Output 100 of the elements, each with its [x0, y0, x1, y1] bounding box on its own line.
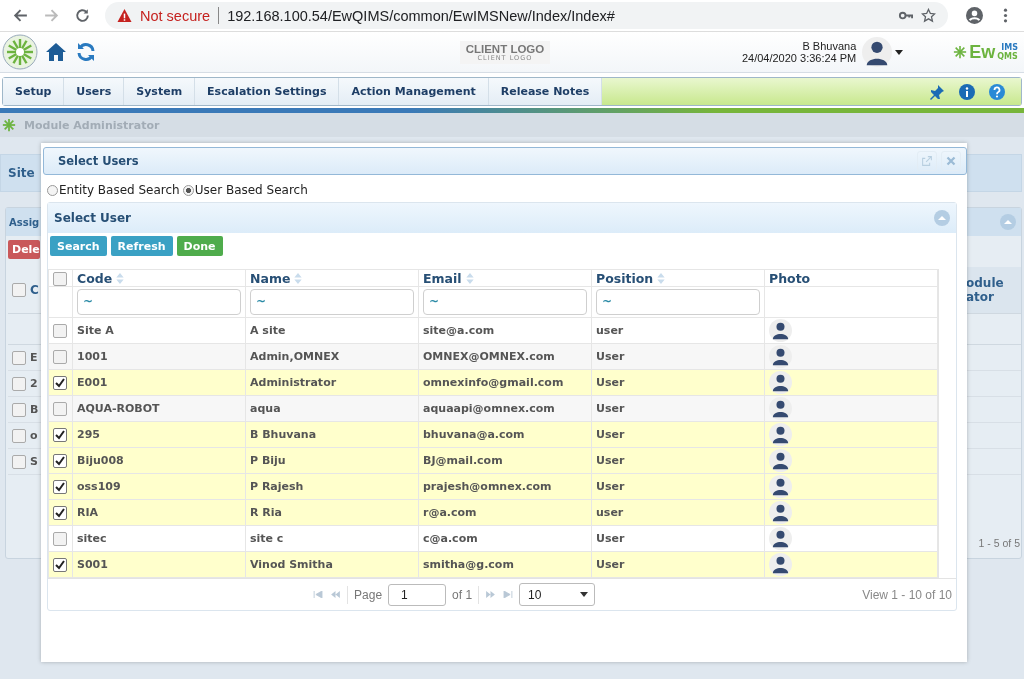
user-name: B Bhuvana — [802, 40, 857, 52]
page-size-select[interactable]: 10 — [519, 583, 596, 606]
table-cell: A site — [250, 324, 286, 337]
home-icon[interactable] — [44, 40, 68, 64]
sort-icon[interactable] — [465, 272, 474, 284]
nav-menu-item[interactable]: Setup — [3, 78, 65, 105]
table-cell: RIA — [77, 506, 99, 519]
table-cell: omnexinfo@gmail.com — [423, 376, 564, 389]
filter-field[interactable]: ~ — [596, 289, 760, 315]
dropdown-caret-icon[interactable] — [580, 592, 589, 597]
nav-menu-item[interactable]: System — [124, 78, 196, 105]
nav-menu-item[interactable]: Escalation Settings — [195, 78, 340, 105]
user-avatar-icon[interactable] — [862, 37, 893, 67]
warning-icon — [117, 8, 132, 23]
filter-field[interactable]: ~ — [77, 289, 241, 315]
close-icon[interactable] — [941, 151, 961, 171]
info-icon[interactable] — [959, 83, 975, 100]
checkbox[interactable] — [12, 454, 26, 469]
table-cell: aquaapi@omnex.com — [423, 402, 555, 415]
table-cell: c@a.com — [423, 532, 478, 545]
table-cell: site c — [250, 532, 284, 545]
table-cell: user — [596, 324, 624, 337]
table-cell: User — [596, 532, 625, 545]
table-cell: S001 — [77, 558, 108, 571]
star-icon[interactable] — [921, 8, 936, 23]
table-cell: 1001 — [77, 350, 108, 363]
sort-icon[interactable] — [657, 272, 666, 284]
address-bar[interactable]: Not secure 192.168.100.54/EwQIMS/common/EwIMSNew/Index/Index# — [105, 2, 948, 29]
table-cell: smitha@g.com — [423, 558, 514, 571]
table-cell: site@a.com — [423, 324, 495, 337]
checkbox[interactable] — [12, 376, 26, 391]
row-checkbox[interactable] — [53, 505, 67, 520]
site-tab[interactable]: Site — [1, 166, 35, 180]
row-checkbox[interactable] — [53, 427, 67, 442]
next-page-icon[interactable] — [485, 591, 497, 598]
panel-title: Select User — [54, 211, 131, 225]
back-arrow-icon[interactable] — [12, 7, 29, 24]
search-mode-radio[interactable]: User Based Search — [182, 183, 308, 197]
popout-icon[interactable] — [917, 151, 937, 171]
page-count: of 1 — [452, 587, 473, 602]
table-cell: User — [596, 402, 625, 415]
table-cell: User — [596, 454, 625, 467]
table-cell: 295 — [77, 428, 100, 441]
column-header: odule ator — [966, 276, 1005, 304]
row-checkbox[interactable] — [53, 349, 67, 364]
page-number-field[interactable]: 1 — [388, 583, 447, 606]
forward-arrow-icon[interactable] — [43, 7, 60, 24]
last-page-icon[interactable] — [502, 591, 514, 598]
row-checkbox[interactable] — [53, 375, 67, 390]
table-cell: User — [596, 376, 625, 389]
table-cell: S — [30, 455, 38, 468]
table-cell: 2 — [30, 377, 38, 390]
account-icon[interactable] — [966, 7, 983, 24]
collapse-icon[interactable] — [1000, 214, 1016, 230]
delete-button[interactable]: Dele — [8, 240, 40, 259]
row-checkbox[interactable] — [53, 323, 67, 338]
checkbox[interactable] — [12, 402, 26, 417]
nav-menu-item[interactable]: Users — [64, 78, 125, 105]
security-status: Not secure — [140, 7, 211, 24]
filter-field[interactable]: ~ — [250, 289, 414, 315]
table-cell: B Bhuvana — [250, 428, 317, 441]
column-header[interactable]: Code — [77, 270, 113, 286]
sunburst-logo-icon[interactable] — [2, 34, 38, 70]
row-checkbox[interactable] — [53, 531, 67, 546]
table-cell: user — [596, 506, 624, 519]
table-cell: R Ria — [250, 506, 282, 519]
nav-menu-item[interactable]: Action Management — [339, 78, 489, 105]
table-cell: User — [596, 558, 625, 571]
help-icon[interactable] — [989, 83, 1005, 100]
row-checkbox[interactable] — [53, 557, 67, 572]
checkbox[interactable] — [12, 283, 26, 297]
collapse-icon[interactable] — [934, 210, 950, 226]
page-label: Page — [354, 587, 383, 602]
table-cell: sitec — [77, 532, 107, 545]
reload-icon[interactable] — [74, 7, 91, 24]
checkbox[interactable] — [12, 350, 26, 365]
table-cell: User — [596, 350, 625, 363]
dialog-title: Select Users — [58, 154, 139, 168]
checkbox[interactable] — [12, 428, 26, 443]
table-cell: E001 — [77, 376, 108, 389]
filter-field[interactable]: ~ — [423, 289, 587, 315]
nav-menu-item[interactable]: Release Notes — [488, 78, 603, 105]
caret-icon[interactable] — [895, 49, 904, 55]
first-page-icon[interactable] — [313, 591, 325, 598]
row-checkbox[interactable] — [53, 401, 67, 416]
sort-icon[interactable] — [294, 272, 303, 284]
row-checkbox[interactable] — [53, 479, 67, 494]
row-checkbox[interactable] — [53, 453, 67, 468]
select-all-checkbox[interactable] — [53, 271, 67, 286]
column-header: C — [30, 283, 39, 297]
pin-icon[interactable] — [929, 83, 945, 100]
table-cell: r@a.com — [423, 506, 477, 519]
sort-icon[interactable] — [116, 272, 125, 284]
sunburst-icon[interactable] — [2, 118, 16, 132]
column-header[interactable]: Email — [423, 270, 462, 286]
table-cell: oss109 — [77, 480, 121, 493]
table-cell: E — [30, 351, 38, 364]
panel-title: Assig — [9, 216, 40, 228]
previous-page-icon[interactable] — [330, 591, 342, 598]
search-mode-radio[interactable]: Entity Based Search — [47, 183, 180, 197]
